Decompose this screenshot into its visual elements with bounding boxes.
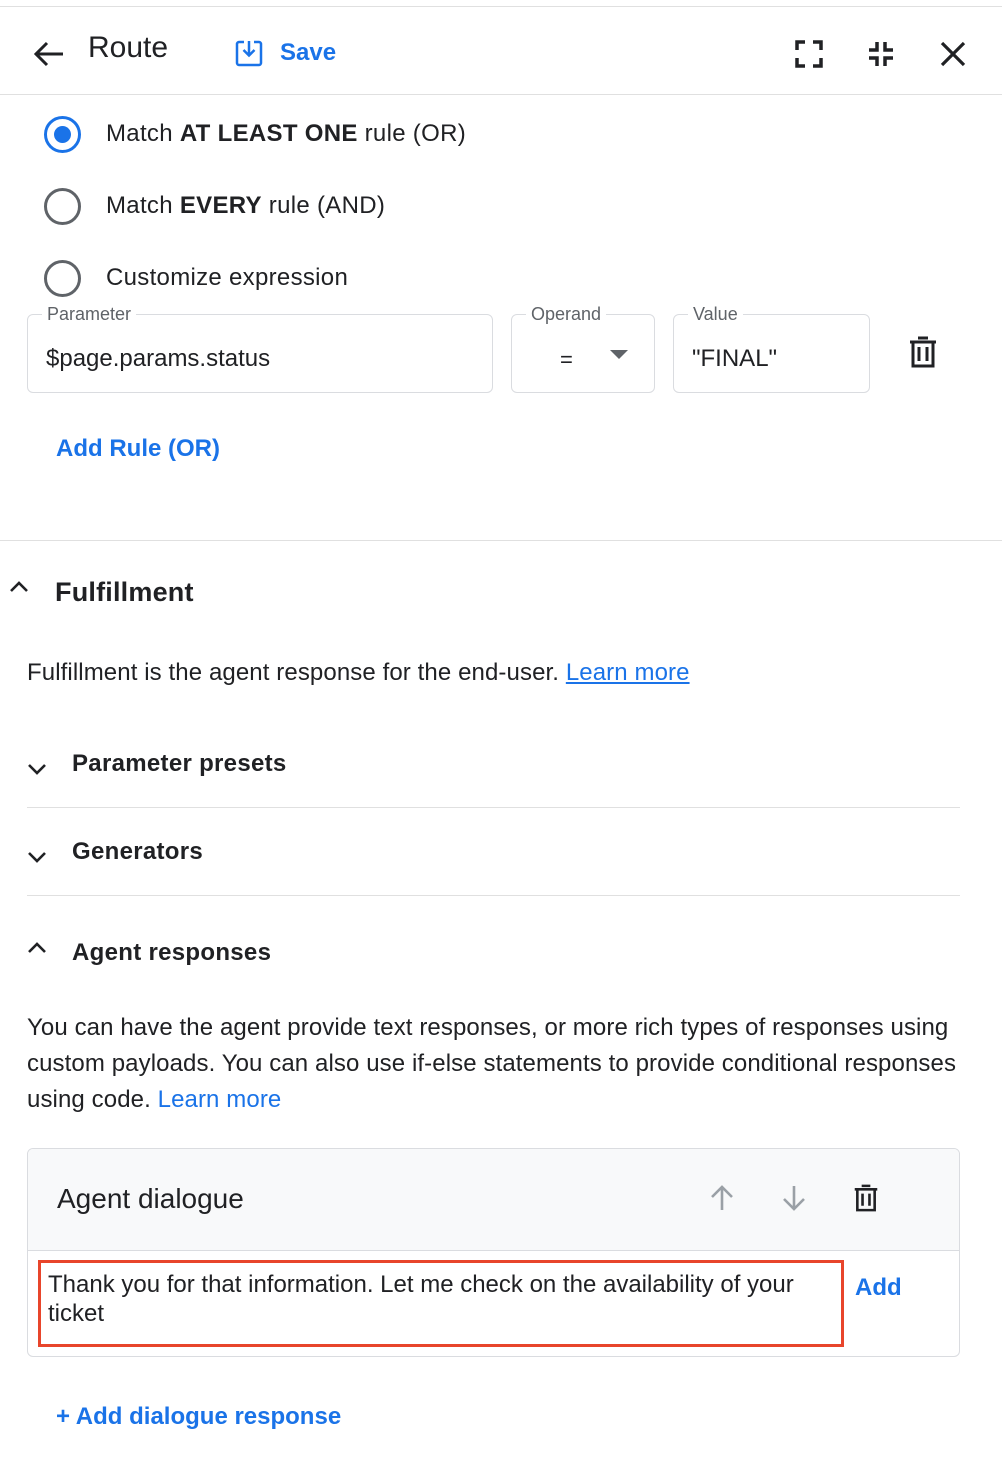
operand-value: = xyxy=(560,347,573,372)
radio-match-at-least-one[interactable]: Match AT LEAST ONE rule (OR) xyxy=(44,114,466,154)
radio-customize-expression[interactable]: Customize expression xyxy=(44,258,348,298)
parameter-label: Parameter xyxy=(42,304,137,325)
fulfillment-section-toggle[interactable]: Fulfillment xyxy=(6,574,194,610)
generators-toggle[interactable]: Generators xyxy=(24,834,960,870)
learn-more-link[interactable]: Learn more xyxy=(566,659,690,686)
chevron-up-icon xyxy=(24,935,50,961)
agent-responses-toggle[interactable]: Agent responses xyxy=(24,935,960,971)
add-rule-button[interactable]: Add Rule (OR) xyxy=(56,435,220,463)
parameter-presets-title: Parameter presets xyxy=(72,750,287,777)
agent-responses-description: You can have the agent provide text resp… xyxy=(27,1014,957,1113)
chevron-down-icon xyxy=(24,844,50,870)
fulfillment-description: Fulfillment is the agent response for th… xyxy=(27,659,690,686)
fullscreen-icon xyxy=(795,40,823,68)
radio-button xyxy=(44,259,81,297)
save-label: Save xyxy=(280,39,337,66)
fullscreen-button[interactable] xyxy=(792,37,826,71)
arrow-up-icon xyxy=(711,1185,733,1210)
route-header: Route Save xyxy=(0,7,1002,95)
radio-match-every[interactable]: Match EVERY rule (AND) xyxy=(44,186,385,226)
radio-label: Match AT LEAST ONE rule (OR) xyxy=(106,120,466,147)
back-button[interactable] xyxy=(30,35,68,73)
page-title: Route xyxy=(88,31,169,64)
chevron-down-icon xyxy=(24,756,50,782)
value-value: "FINAL" xyxy=(692,345,778,372)
learn-more-link[interactable]: Learn more xyxy=(158,1086,282,1113)
agent-dialogue-title: Agent dialogue xyxy=(57,1183,244,1214)
agent-dialogue-card: Agent dialogue Thank you for that inform… xyxy=(27,1148,960,1357)
save-icon xyxy=(235,40,263,67)
delete-dialogue-button[interactable] xyxy=(849,1181,883,1215)
operand-select[interactable]: Operand = xyxy=(511,304,655,393)
dialogue-text: Thank you for that information. Let me c… xyxy=(48,1271,794,1327)
close-button[interactable] xyxy=(936,37,970,71)
exit-fullscreen-button[interactable] xyxy=(864,37,898,71)
close-icon xyxy=(940,41,966,67)
trash-icon xyxy=(910,336,936,368)
add-button[interactable]: Add xyxy=(855,1274,902,1302)
move-up-button[interactable] xyxy=(705,1181,739,1215)
radio-label: Match EVERY rule (AND) xyxy=(106,192,386,219)
arrow-back-icon xyxy=(33,41,63,67)
agent-responses-title: Agent responses xyxy=(72,939,272,966)
value-label: Value xyxy=(688,304,743,325)
agent-dialogue-header: Agent dialogue xyxy=(28,1149,959,1251)
parameter-field[interactable]: Parameter $page.params.status xyxy=(27,304,493,393)
dialogue-text-input[interactable]: Thank you for that information. Let me c… xyxy=(38,1260,844,1347)
parameter-presets-toggle[interactable]: Parameter presets xyxy=(24,746,960,782)
chevron-up-icon xyxy=(6,574,32,600)
section-divider xyxy=(27,895,960,896)
fullscreen-exit-icon xyxy=(869,42,893,66)
trash-icon xyxy=(854,1184,878,1212)
section-divider xyxy=(0,540,1002,541)
add-dialogue-response-button[interactable]: + Add dialogue response xyxy=(56,1403,341,1431)
radio-button xyxy=(44,187,81,225)
operand-label: Operand xyxy=(526,304,607,325)
generators-title: Generators xyxy=(72,838,204,865)
section-divider xyxy=(27,807,960,808)
delete-rule-button[interactable] xyxy=(907,334,939,370)
radio-button-checked xyxy=(44,115,81,153)
move-down-button[interactable] xyxy=(777,1181,811,1215)
radio-label: Customize expression xyxy=(106,264,349,291)
arrow-down-icon xyxy=(783,1186,805,1211)
parameter-value: $page.params.status xyxy=(46,345,271,372)
save-button[interactable]: Save xyxy=(234,33,336,73)
dropdown-arrow-icon xyxy=(610,350,628,359)
fulfillment-title: Fulfillment xyxy=(55,576,194,607)
value-field[interactable]: Value "FINAL" xyxy=(673,304,870,393)
